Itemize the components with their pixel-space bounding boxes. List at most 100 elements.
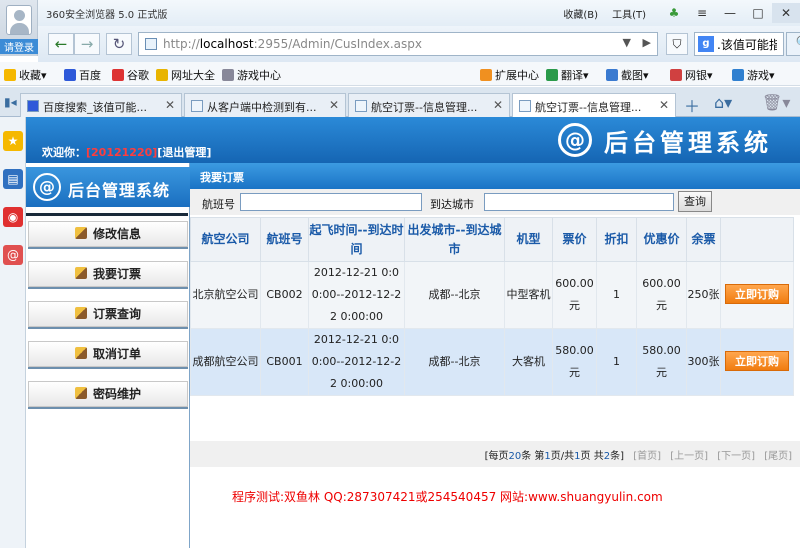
address-url[interactable]: http://localhost:2955/Admin/CusIndex.asp… [163,37,422,51]
favorites-icon[interactable]: ★ [3,131,23,151]
pencil-icon [74,347,87,359]
minimize-icon[interactable]: — [716,3,744,23]
skin-icon[interactable]: ♣ [660,3,688,23]
bank-icon [670,69,682,81]
menu-tools[interactable]: 工具(T) [612,6,646,21]
cell-route: 成都--北京 [404,328,505,396]
search-input[interactable]: .该值可能指 [717,36,777,53]
bookmark-baidu[interactable]: 百度 [64,67,101,83]
menu-collect[interactable]: 收藏(B) [563,6,598,21]
translate-icon [546,69,558,81]
address-bar[interactable]: http://localhost:2955/Admin/CusIndex.asp… [138,32,658,56]
per-page-count: 20 [508,451,522,462]
bookmark-google[interactable]: 谷歌 [112,67,149,83]
nav-password[interactable]: 密码维护 [28,381,188,407]
cell-route: 成都--北京 [404,261,505,329]
nav-query-orders[interactable]: 订票查询 [28,301,188,327]
address-dropdown-icon[interactable]: ▼ [623,36,631,49]
trash-icon[interactable]: 🗑▾ [762,93,790,112]
pager-next[interactable]: [下一页] [717,451,755,462]
flight-table: 航空公司 航班号 起飞时间--到达时间 出发城市--到达城市 机型 票价 折扣 … [190,217,794,396]
new-tab-icon[interactable]: ＋ [684,93,700,117]
cell-price: 580.00元 [552,328,597,396]
welcome-text: 欢迎你：[20121220][退出管理] [42,146,212,159]
pencil-icon [74,387,87,399]
menu-icon[interactable]: ≡ [688,3,716,23]
cell-flight: CB001 [260,328,309,396]
flight-number-input[interactable] [240,193,422,211]
bookmark-translate[interactable]: 翻译▾ [546,67,589,83]
shield-icon[interactable]: ⛉ [666,33,688,55]
maximize-icon[interactable]: □ [744,3,772,23]
cell-remaining: 300张 [686,328,721,396]
forward-icon[interactable]: → [74,33,100,55]
search-button[interactable]: 🔍 [786,32,800,56]
footer-credit: 程序测试:双鱼林 QQ:287307421或254540457 网站:www.s… [232,490,663,504]
nav-logo-text: 后台管理系统 [68,181,171,200]
address-go-icon[interactable]: ▶ [643,36,651,49]
tab-4-active[interactable]: 航空订票--信息管理... ✕ [512,93,676,118]
tab-3[interactable]: 航空订票--信息管理... ✕ [348,93,510,117]
arrival-city-input[interactable] [484,193,674,211]
section-title: 我要订票 [190,163,800,189]
pager-prev[interactable]: [上一页] [670,451,708,462]
book-now-button[interactable]: 立即订购 [725,351,789,371]
tab-close-icon[interactable]: ✕ [329,98,339,112]
avatar-icon [6,5,32,35]
tab-close-icon[interactable]: ✕ [493,98,503,112]
tab-close-icon[interactable]: ✕ [165,98,175,112]
nav-logo: @ 后台管理系统 [26,167,190,207]
col-remaining: 余票 [686,217,721,262]
sites-icon [156,69,168,81]
title-right-controls: 收藏(B) 工具(T) ♣ ≡ — □ ✕ [563,0,800,26]
bookmark-games[interactable]: 游戏中心 [222,67,281,83]
news-icon[interactable]: ▤ [3,169,23,189]
sidebar-toggle-icon[interactable]: ▮◂ [4,95,17,109]
cell-sale-price: 600.00元 [636,261,687,329]
back-icon[interactable]: ← [48,33,74,55]
star-icon [4,69,16,81]
bookmark-fav[interactable]: 收藏▾ [4,67,47,83]
bookmarks-bar: 收藏▾ 百度 谷歌 网址大全 游戏中心 扩展中心 翻译▾ 截图▾ 网银▾ 游戏▾ [0,62,800,86]
user-avatar[interactable]: 请登录 [0,0,38,56]
search-box[interactable]: g .该值可能指 [694,32,784,56]
close-icon[interactable]: ✕ [772,3,800,23]
table-header-row: 航空公司 航班号 起飞时间--到达时间 出发城市--到达城市 机型 票价 折扣 … [190,217,794,262]
flight-label: 航班号 [202,198,235,211]
browser-titlebar: 360安全浏览器 5.0 正式版 收藏(B) 工具(T) ♣ ≡ — □ ✕ [0,0,800,26]
bookmark-bank[interactable]: 网银▾ [670,67,713,83]
arrival-city-label: 到达城市 [430,198,474,211]
col-price: 票价 [552,217,597,262]
tab-2[interactable]: 从客户端中检测到有... ✕ [184,93,346,117]
pager-last[interactable]: [尾页] [764,451,792,462]
cell-model: 中型客机 [504,261,553,329]
reload-icon[interactable]: ↻ [106,33,132,55]
bookmark-game2[interactable]: 游戏▾ [732,67,775,83]
mail-icon[interactable]: @ [3,245,23,265]
pager-first[interactable]: [首页] [633,451,661,462]
nav-book-ticket[interactable]: 我要订票 [28,261,188,287]
bookmark-screenshot[interactable]: 截图▾ [606,67,649,83]
cell-flight: CB002 [260,261,309,329]
bookmark-sites[interactable]: 网址大全 [156,67,215,83]
query-button[interactable]: 查询 [678,191,712,212]
col-flight: 航班号 [260,217,309,262]
home-icon[interactable]: ⌂▾ [714,93,732,112]
weibo-icon[interactable]: ◉ [3,207,23,227]
gamepad-icon [222,69,234,81]
book-now-button[interactable]: 立即订购 [725,284,789,304]
pager: [每页20条 第1页/共1页 共2条] [首页] [上一页] [下一页] [尾页… [484,451,792,462]
tab-close-icon[interactable]: ✕ [659,98,669,112]
cell-price: 600.00元 [552,261,597,329]
bookmark-ext[interactable]: 扩展中心 [480,67,539,83]
cell-action: 立即订购 [720,328,794,396]
col-sale-price: 优惠价 [636,217,687,262]
login-label[interactable]: 请登录 [0,39,38,54]
tab-1[interactable]: 百度搜索_该值可能... ✕ [20,93,182,117]
nav-edit-info[interactable]: 修改信息 [28,221,188,247]
logout-link[interactable]: [退出管理] [157,146,211,159]
search-engine-icon[interactable]: g [698,36,714,52]
page-icon [145,38,157,50]
cell-airline: 北京航空公司 [190,261,261,329]
nav-cancel-order[interactable]: 取消订单 [28,341,188,367]
